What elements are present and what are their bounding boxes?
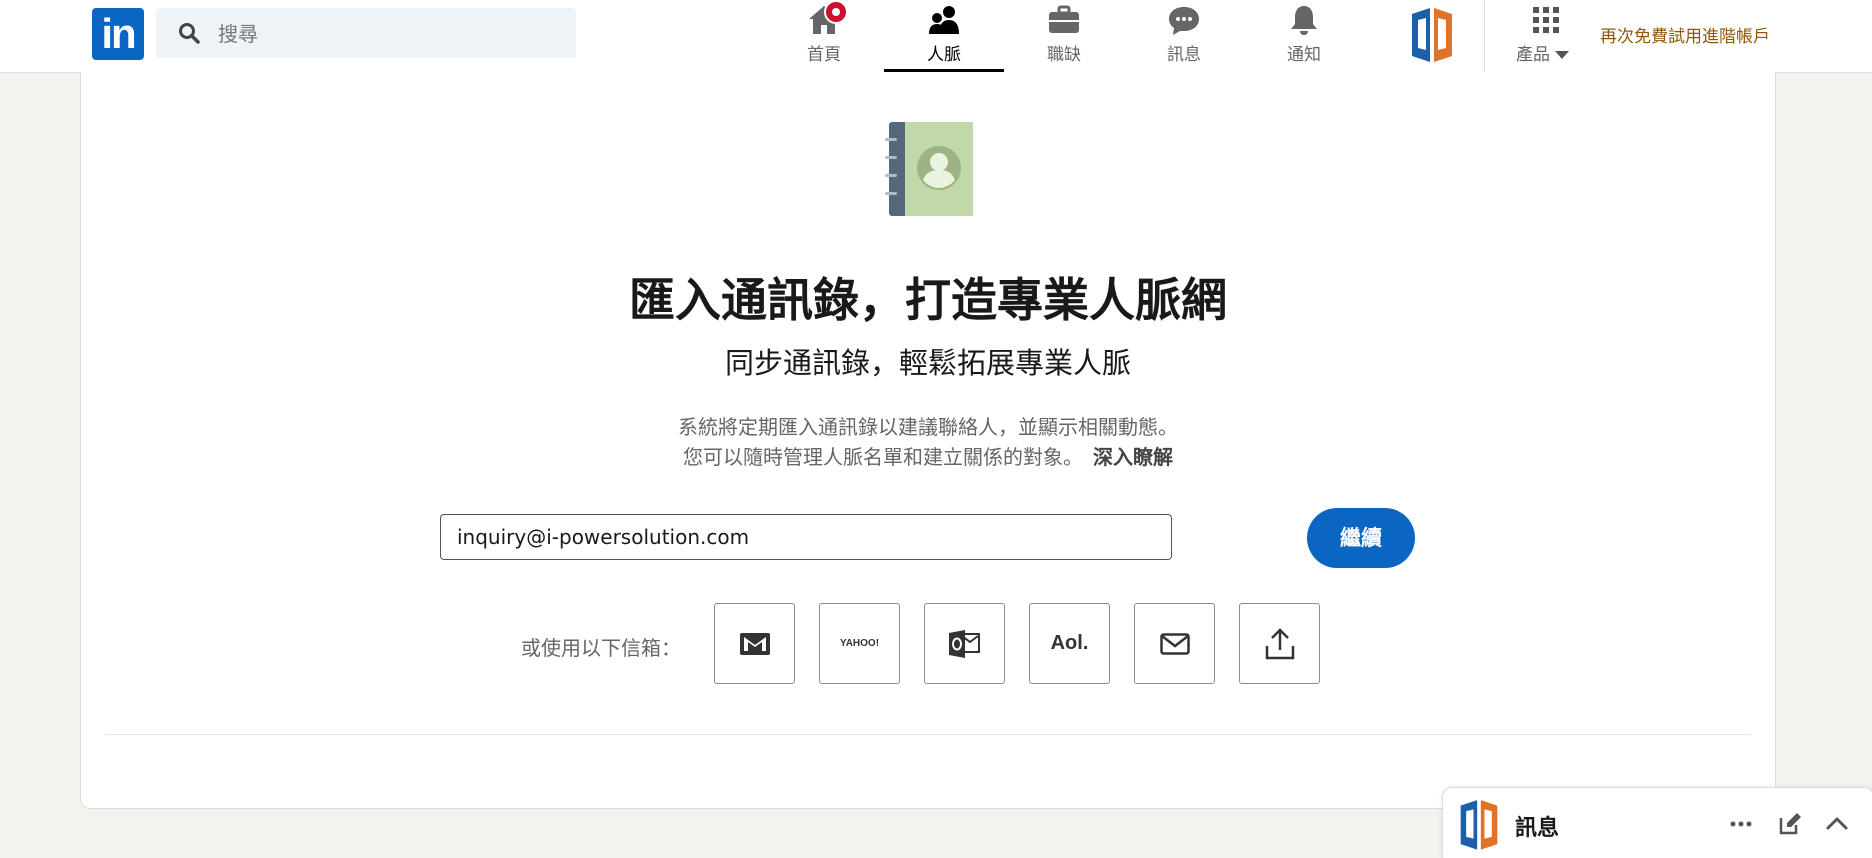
nav-jobs[interactable]: 職缺 bbox=[1004, 0, 1124, 72]
upload-button[interactable] bbox=[1239, 603, 1320, 684]
nav-home[interactable]: 首頁 bbox=[764, 0, 884, 72]
nav-network[interactable]: 人脈 bbox=[884, 0, 1004, 72]
notification-badge bbox=[824, 0, 848, 24]
messaging-title: 訊息 bbox=[1515, 816, 1560, 841]
import-contacts-card: 匯入通訊錄，打造專業人脈網 同步通訊錄，輕鬆拓展專業人脈 系統將定期匯入通訊錄以… bbox=[80, 72, 1776, 809]
bell-icon bbox=[1291, 6, 1317, 35]
global-nav: in 首頁 人脈 職缺 bbox=[0, 0, 1872, 73]
nav-jobs-label: 職缺 bbox=[1047, 45, 1081, 65]
email-field[interactable]: inquiry@i-powersolution.com bbox=[440, 514, 1172, 560]
nav-products[interactable]: 產品 bbox=[1508, 0, 1584, 72]
messaging-overlay[interactable]: 訊息 bbox=[1442, 787, 1872, 858]
nav-messaging-label: 訊息 bbox=[1167, 45, 1201, 65]
search-bar[interactable] bbox=[156, 8, 576, 58]
linkedin-logo[interactable]: in bbox=[92, 8, 144, 60]
description-line-1: 系統將定期匯入通訊錄以建議聯絡人，並顯示相關動態。 bbox=[678, 415, 1178, 439]
description-line-2: 您可以隨時管理人脈名單和建立關係的對象。 bbox=[683, 445, 1083, 469]
section-divider bbox=[105, 734, 1751, 735]
chevron-up-icon[interactable] bbox=[1821, 808, 1853, 840]
more-options-icon[interactable] bbox=[1725, 808, 1757, 840]
outlook-icon bbox=[948, 629, 980, 658]
yahoo-button[interactable]: YAHOO! bbox=[819, 603, 900, 684]
learn-more-link[interactable]: 深入瞭解 bbox=[1093, 445, 1173, 469]
profile-avatar[interactable] bbox=[1408, 4, 1456, 64]
page-headline: 匯入通訊錄，打造專業人脈網 bbox=[629, 273, 1227, 327]
nav-products-label: 產品 bbox=[1516, 45, 1550, 65]
page-subheadline: 同步通訊錄，輕鬆拓展專業人脈 bbox=[724, 346, 1131, 380]
premium-trial-link[interactable]: 再次免費試用進階帳戶 bbox=[1600, 22, 1770, 47]
people-icon bbox=[929, 6, 959, 34]
continue-button[interactable]: 繼續 bbox=[1307, 508, 1415, 568]
nav-divider bbox=[1484, 0, 1485, 72]
chat-icon bbox=[1169, 7, 1199, 35]
nav-notifications-label: 通知 bbox=[1287, 45, 1321, 65]
or-use-label: 或使用以下信箱： bbox=[521, 636, 681, 660]
grid-icon bbox=[1533, 7, 1559, 33]
address-book-icon bbox=[885, 122, 973, 216]
aol-icon: Aol. bbox=[1050, 632, 1089, 654]
nav-notifications[interactable]: 通知 bbox=[1244, 0, 1364, 72]
gmail-button[interactable] bbox=[714, 603, 795, 684]
compose-icon[interactable] bbox=[1773, 808, 1805, 840]
messaging-avatar bbox=[1460, 800, 1498, 850]
caret-down-icon bbox=[1555, 51, 1570, 59]
nav-home-label: 首頁 bbox=[807, 45, 841, 65]
mail-button[interactable] bbox=[1134, 603, 1215, 684]
upload-icon bbox=[1265, 627, 1294, 659]
outlook-button[interactable] bbox=[924, 603, 1005, 684]
briefcase-icon bbox=[1049, 5, 1079, 33]
search-input[interactable] bbox=[216, 16, 560, 52]
search-icon bbox=[179, 23, 200, 44]
nav-network-label: 人脈 bbox=[927, 45, 961, 65]
nav-messaging[interactable]: 訊息 bbox=[1124, 0, 1244, 72]
yahoo-icon: YAHOO! bbox=[839, 638, 880, 649]
gmail-icon bbox=[739, 632, 770, 655]
aol-button[interactable]: Aol. bbox=[1029, 603, 1110, 684]
description: 系統將定期匯入通訊錄以建議聯絡人，並顯示相關動態。 您可以隨時管理人脈名單和建立… bbox=[81, 412, 1775, 472]
mail-icon bbox=[1159, 632, 1190, 655]
